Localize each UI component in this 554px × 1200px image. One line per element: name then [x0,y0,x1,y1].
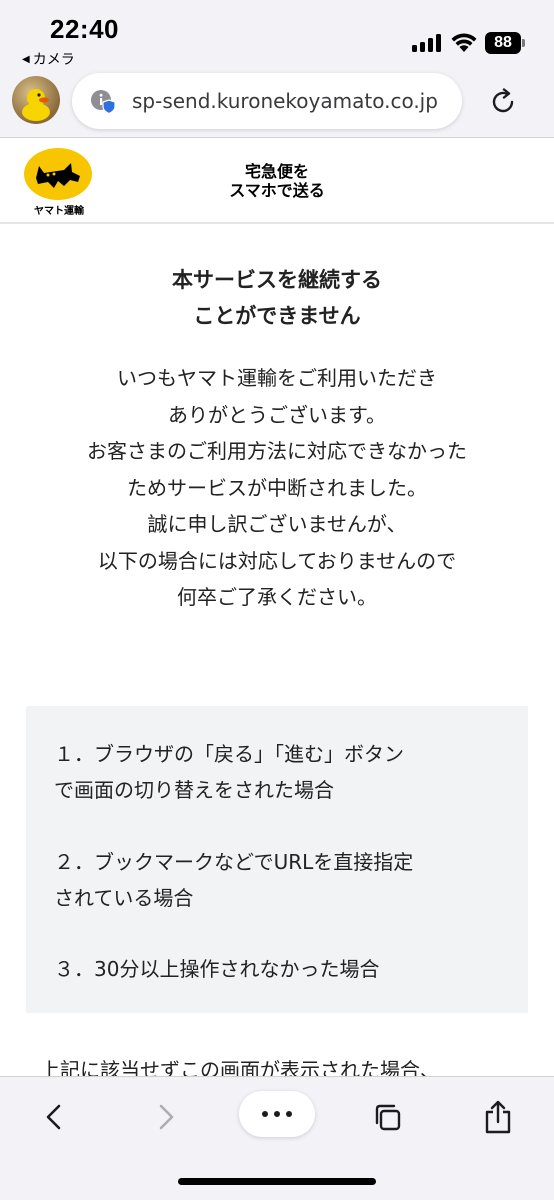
service-title-line2: スマホで送る [229,181,325,200]
message-line: 何卒ご了承ください。 [177,585,377,609]
forward-button[interactable] [146,1097,186,1137]
more-dots-icon [262,1111,268,1117]
reason-line: で画面の切り替えをされた場合 [54,778,334,802]
service-title: 宅急便を スマホで送る [220,162,334,200]
duck-avatar-icon [22,89,50,121]
reload-icon[interactable] [488,87,518,117]
share-button[interactable] [478,1097,518,1137]
tabs-button[interactable] [367,1097,407,1137]
battery-level: 88 [485,32,521,54]
message-line: ありがとうございます。 [168,402,386,427]
back-button[interactable] [34,1097,74,1137]
message-line: いつもヤマト運輸をご利用いただき [117,366,437,390]
service-title-line1: 宅急便を [244,162,309,181]
logo-text: ヤマト運輸 [34,206,84,217]
message-line: 以下の場合には対応しておりませんので [97,548,457,573]
wifi-icon [451,33,477,52]
back-app-label: カメラ [32,52,75,68]
url-field[interactable]: sp-send.kuronekoyamato.co.jp [72,73,462,129]
yamato-logo[interactable]: ヤマト運輸 [24,148,94,220]
battery-icon: 88 [485,32,525,54]
back-triangle-icon: ◀ [22,53,30,65]
message-line: お客さまのご利用方法に対応できなかった [87,439,467,463]
error-heading-line1: 本サービスを継続する [172,268,382,292]
reason-line: ３．30分以上操作されなかった場合 [54,957,380,981]
more-button[interactable] [239,1091,315,1137]
black-cat-icon [36,163,80,188]
reason-item: ２．ブックマークなどでURLを直接指定 されている場合 [54,844,514,916]
error-heading-line2: ことができません [193,304,361,328]
back-to-app-link[interactable]: ◀ カメラ [22,49,75,69]
reason-item: ３．30分以上操作されなかった場合 [54,951,514,987]
error-message: いつもヤマト運輸をご利用いただき ありがとうございます。 お客さまのご利用方法に… [20,360,534,616]
tabs-icon [375,1104,401,1131]
cellular-signal-icon [412,34,442,52]
message-line: ためサービスが中断されました。 [127,475,427,500]
chevron-right-icon [159,1104,174,1130]
share-icon [485,1100,511,1134]
message-line: 誠に申し訳ございませんが、 [147,512,407,536]
reason-line: ２．ブックマークなどでURLを直接指定 [54,850,414,874]
site-header: ヤマト運輸 宅急便を スマホで送る [0,138,554,224]
chevron-left-icon [46,1104,61,1130]
reasons-box: １．ブラウザの「戻る」「進む」ボタン で画面の切り替えをされた場合 ２．ブックマ… [26,706,528,1013]
status-bar: 22:40 ◀ カメラ 88 [0,0,554,68]
home-indicator [178,1178,376,1185]
reason-line: されている場合 [54,886,194,910]
reason-item: １．ブラウザの「戻る」「進む」ボタン で画面の切り替えをされた場合 [54,736,514,808]
profile-avatar[interactable] [12,76,60,124]
site-info-shield-icon[interactable] [90,88,116,114]
reason-line: １．ブラウザの「戻る」「進む」ボタン [54,742,404,766]
browser-address-bar: sp-send.kuronekoyamato.co.jp [0,68,554,138]
error-heading: 本サービスを継続する ことができません [0,262,554,334]
status-time: 22:40 [50,14,119,44]
url-text: sp-send.kuronekoyamato.co.jp [132,89,438,113]
